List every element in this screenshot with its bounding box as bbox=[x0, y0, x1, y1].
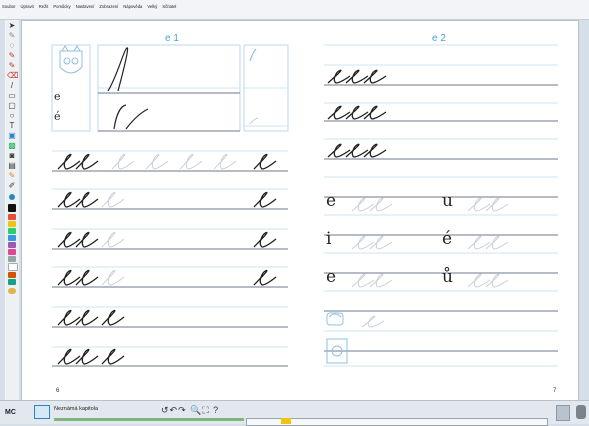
cursive-trace-letter bbox=[213, 153, 237, 170]
status-bar: MC Neznámá kapitola ↺↶↷ 🔍⛶ ? bbox=[0, 400, 589, 426]
mode-indicator: MC bbox=[5, 409, 16, 416]
cursive-trace-letter bbox=[467, 235, 491, 250]
color-green-swatch[interactable] bbox=[8, 228, 16, 234]
menu-item[interactable]: Režit bbox=[39, 3, 49, 11]
sidebar-toggle-icon[interactable] bbox=[556, 405, 570, 421]
color-red-swatch[interactable] bbox=[8, 214, 16, 220]
camera-tool-icon[interactable]: ◙ bbox=[7, 152, 17, 160]
left-page-number: 6 bbox=[56, 388, 60, 394]
line-tool-icon[interactable]: / bbox=[7, 82, 17, 90]
cursive-letter bbox=[57, 191, 81, 208]
current-page-marker[interactable] bbox=[281, 418, 291, 424]
menu-items: Soubor Úpravit Režit Pomůcky Nastavení Zobraz… bbox=[2, 3, 181, 11]
right-page-number: 7 bbox=[553, 388, 557, 394]
line-width-icon[interactable] bbox=[9, 194, 15, 200]
tool-palette: ➤ ✎ ◌ ✎ ✎ ⌫ / ▭ ▢ ○ T ▣ ▩ ◙ ▤ ✎ ✐ bbox=[5, 20, 19, 400]
trash-icon[interactable] bbox=[576, 405, 586, 419]
color-purple-swatch[interactable] bbox=[8, 242, 16, 248]
cursive-trace-letter bbox=[467, 197, 491, 212]
cursive-letter bbox=[101, 348, 125, 365]
color-black-swatch[interactable] bbox=[8, 204, 16, 212]
cursive-trace-letter bbox=[101, 191, 125, 208]
nav-tools[interactable]: ↺↶↷ 🔍⛶ ? bbox=[161, 405, 219, 416]
eraser-tool-icon[interactable]: ⌫ bbox=[7, 72, 18, 80]
menu-item[interactable]: Úpravit bbox=[21, 3, 34, 11]
image-tool-icon[interactable]: ▣ bbox=[7, 132, 17, 140]
menu-item[interactable]: Nápověda bbox=[123, 3, 142, 11]
menu-item[interactable]: Pomůcky bbox=[53, 3, 70, 11]
pencil-tool-icon[interactable]: ✎ bbox=[7, 32, 17, 40]
rectangle-tool-icon[interactable]: ▭ bbox=[7, 92, 17, 100]
cursive-letter bbox=[327, 105, 351, 120]
cursive-trace-letter bbox=[101, 269, 125, 286]
stamp-tool-icon[interactable] bbox=[8, 288, 16, 294]
chapter-name: Neznámá kapitola bbox=[54, 406, 99, 412]
menu-item[interactable]: Velký bbox=[147, 3, 157, 11]
pointer-tool-icon[interactable]: ➤ bbox=[7, 22, 17, 30]
color-teal-swatch[interactable] bbox=[8, 279, 16, 285]
cursive-trace-letter bbox=[111, 153, 135, 170]
cursive-trace-letter bbox=[351, 235, 375, 250]
menu-item[interactable]: Soubor bbox=[2, 3, 16, 11]
highlighter-tool-icon[interactable]: ✎ bbox=[7, 172, 17, 180]
cursive-letter bbox=[327, 143, 351, 158]
lasso-tool-icon[interactable]: ◌ bbox=[7, 42, 17, 50]
cursive-letter bbox=[253, 269, 277, 286]
cursive-letter bbox=[101, 309, 125, 326]
fill-tool-icon[interactable]: ▩ bbox=[7, 142, 17, 150]
color-yellow-swatch[interactable] bbox=[8, 221, 16, 227]
cursive-trace-letter bbox=[351, 197, 375, 212]
red-marker-icon[interactable]: ✎ bbox=[7, 62, 17, 70]
cursive-trace-letter bbox=[361, 315, 385, 328]
printer-tool-icon[interactable]: ▤ bbox=[7, 162, 17, 170]
menu-item[interactable]: Sčítatel bbox=[162, 3, 176, 11]
cursive-letter bbox=[253, 231, 277, 248]
book-icon[interactable] bbox=[34, 405, 50, 419]
cursive-trace-letter bbox=[145, 153, 169, 170]
cursive-samples bbox=[57, 69, 509, 365]
color-white-swatch[interactable] bbox=[8, 263, 18, 271]
color-blue-swatch[interactable] bbox=[8, 235, 16, 241]
menu-item[interactable]: Nastavení bbox=[76, 3, 95, 11]
cursive-letter bbox=[57, 309, 81, 326]
color-gray-swatch[interactable] bbox=[8, 256, 16, 262]
color-orange-swatch[interactable] bbox=[8, 272, 16, 278]
text-tool-icon[interactable]: T bbox=[7, 122, 17, 130]
ellipse-tool-icon[interactable]: ○ bbox=[7, 112, 17, 120]
color-pink-swatch[interactable] bbox=[8, 249, 16, 255]
cursive-trace-letter bbox=[467, 273, 491, 288]
cursive-trace-letter bbox=[101, 231, 125, 248]
cursive-letter bbox=[253, 153, 277, 170]
cursive-letter bbox=[57, 269, 81, 286]
cursive-trace-letter bbox=[351, 273, 375, 288]
cursive-letter bbox=[327, 69, 351, 84]
cursive-letter bbox=[57, 348, 81, 365]
cursive-trace-letter bbox=[179, 153, 203, 170]
chapter-progress bbox=[54, 418, 244, 421]
rounded-rect-tool-icon[interactable]: ▢ bbox=[7, 102, 17, 110]
cursive-letter bbox=[253, 191, 277, 208]
cursive-letter bbox=[57, 153, 81, 170]
stylus-tool-icon[interactable]: ✐ bbox=[7, 182, 17, 190]
red-pen-icon[interactable]: ✎ bbox=[7, 52, 17, 60]
menu-item[interactable]: Zobrazení bbox=[99, 3, 118, 11]
page-strip[interactable] bbox=[246, 418, 548, 426]
cursive-letter bbox=[57, 231, 81, 248]
workbook-spread: e 1 e 2 e é e u i é e ů 6 7 bbox=[21, 20, 579, 401]
menu-bar: Soubor Úpravit Režit Pomůcky Nastavení Zobraz… bbox=[0, 0, 589, 20]
